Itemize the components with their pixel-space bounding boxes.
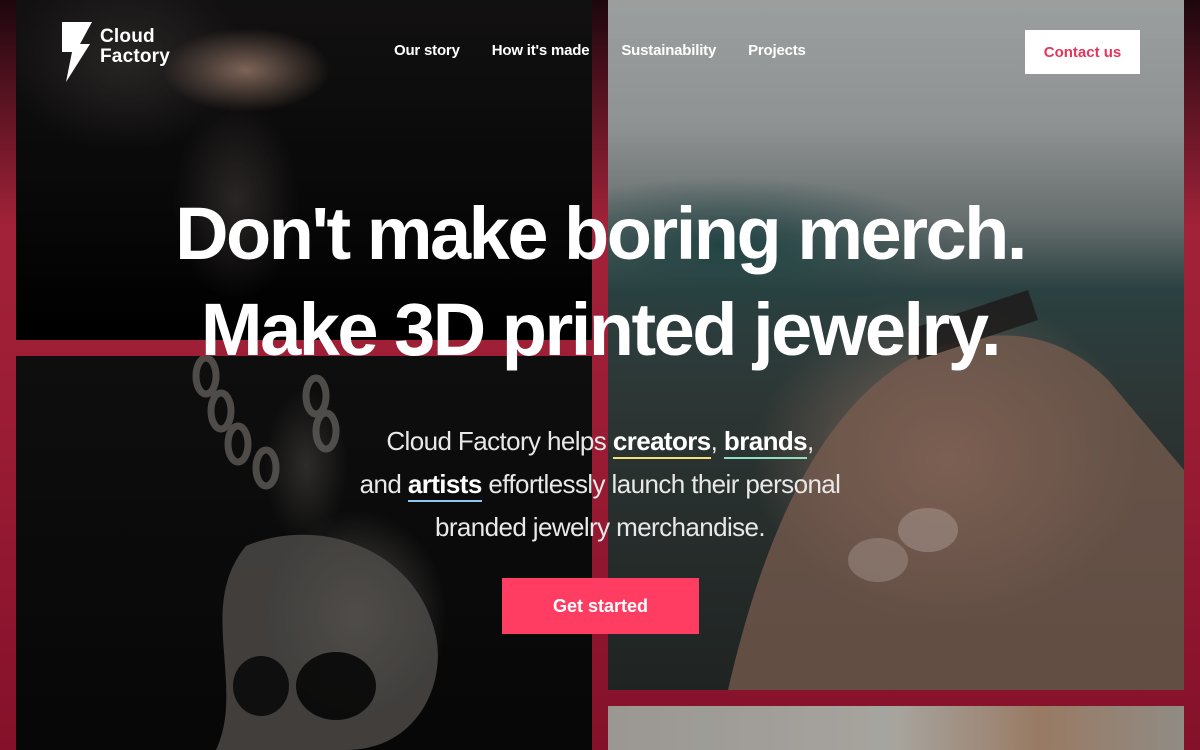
brand-name: Cloud Factory bbox=[100, 27, 170, 67]
nav-item-sustainability[interactable]: Sustainability bbox=[621, 42, 716, 59]
get-started-button[interactable]: Get started bbox=[502, 578, 699, 634]
highlight-creators: creators bbox=[612, 426, 711, 459]
hero-headline: Don't make boring merch. Make 3D printed… bbox=[0, 186, 1200, 378]
subtitle-text-2: , bbox=[807, 426, 814, 456]
subtitle-text-3: and bbox=[359, 469, 408, 499]
hero-headline-line2: Make 3D printed jewelry. bbox=[200, 288, 1002, 371]
highlight-artists: artists bbox=[407, 469, 482, 502]
brand-name-line1: Cloud bbox=[100, 26, 155, 47]
nav-item-our-story[interactable]: Our story bbox=[394, 42, 460, 59]
nav-item-how-its-made[interactable]: How it's made bbox=[492, 42, 590, 59]
hero-subtitle: Cloud Factory helps creators, brands, an… bbox=[340, 420, 860, 549]
hero-headline-line1: Don't make boring merch. bbox=[175, 192, 1027, 275]
brand-name-line2: Factory bbox=[100, 46, 171, 67]
brand-logo-link[interactable]: Cloud Factory bbox=[60, 22, 170, 82]
contact-us-button[interactable]: Contact us bbox=[1025, 30, 1140, 74]
subtitle-comma: , bbox=[710, 426, 724, 456]
lightning-bolt-icon bbox=[62, 22, 92, 82]
main-nav: Our story How it's made Sustainability P… bbox=[394, 42, 806, 59]
subtitle-text-4: effortlessly launch their personal brand… bbox=[434, 469, 841, 542]
nav-item-projects[interactable]: Projects bbox=[748, 42, 806, 59]
highlight-brands: brands bbox=[723, 426, 808, 459]
subtitle-text-1: Cloud Factory helps bbox=[386, 426, 613, 456]
